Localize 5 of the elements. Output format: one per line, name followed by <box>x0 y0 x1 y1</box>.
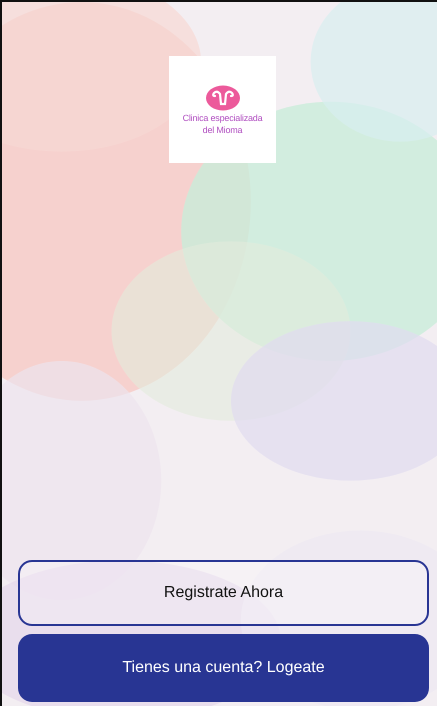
logo-text: Clinica especializada <box>182 112 262 122</box>
login-button[interactable]: Tienes una cuenta? Logeate <box>18 634 429 702</box>
uterus-logo-icon <box>204 84 240 110</box>
register-button[interactable]: Registrate Ahora <box>18 560 429 626</box>
logo-text: del Mioma <box>202 124 242 134</box>
